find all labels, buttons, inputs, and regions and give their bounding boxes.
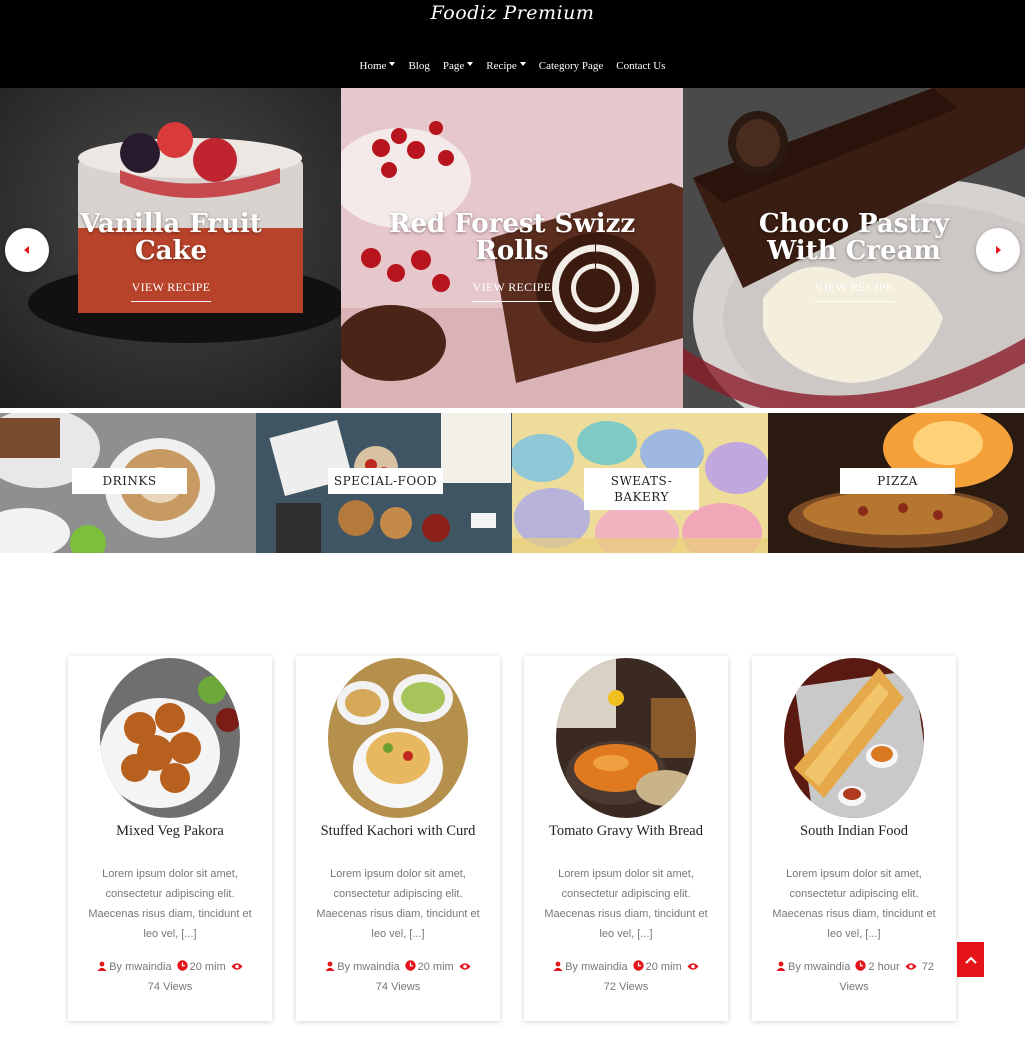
caret-down-icon <box>519 61 526 66</box>
category-special-food[interactable]: SPECIAL-FOOD <box>256 413 512 553</box>
recipe-author: By mwaindia <box>565 961 628 973</box>
recipe-card: Stuffed Kachori with Curd Lorem ipsum do… <box>296 656 500 1021</box>
main-nav: Home Blog Page Recipe Category Page Cont… <box>0 60 1025 72</box>
slide-vanilla-fruit-cake: Vanilla Fruit Cake VIEW RECIPE <box>0 88 342 408</box>
tomato-gravy-image <box>556 658 696 818</box>
clock-icon <box>404 960 416 971</box>
recipe-title[interactable]: Stuffed Kachori with Curd <box>296 823 500 840</box>
kachori-image <box>328 658 468 818</box>
caret-down-icon <box>389 61 396 66</box>
recipe-card: Tomato Gravy With Bread Lorem ipsum dolo… <box>524 656 728 1021</box>
chevron-up-icon <box>964 956 977 964</box>
nav-page[interactable]: Page <box>442 60 474 72</box>
category-label: PIZZA <box>840 468 955 494</box>
user-icon <box>97 961 107 971</box>
recipe-image[interactable] <box>784 658 924 818</box>
recipe-image[interactable] <box>556 658 696 818</box>
category-pizza[interactable]: PIZZA <box>768 413 1024 553</box>
pakora-image <box>100 658 240 818</box>
nav-home[interactable]: Home <box>360 60 396 72</box>
recipe-views: 74 Views <box>375 981 421 993</box>
recipe-views: 74 Views <box>147 981 193 993</box>
recipe-author: By mwaindia <box>788 961 851 973</box>
site-header: Foodiz Premium Home Blog Page Recipe Cat… <box>0 0 1025 88</box>
eye-icon <box>687 963 699 970</box>
user-icon <box>776 961 786 971</box>
recipe-author: By mwaindia <box>109 961 172 973</box>
recipe-title[interactable]: Tomato Gravy With Bread <box>524 823 728 840</box>
user-icon <box>325 961 335 971</box>
clock-icon <box>855 960 867 971</box>
recipe-time: 20 mim <box>645 961 682 973</box>
recipe-image[interactable] <box>328 658 468 818</box>
nav-blog-label: Blog <box>408 60 430 72</box>
nav-contact-us-label: Contact Us <box>616 60 666 72</box>
clock-icon <box>176 960 188 971</box>
user-icon <box>553 961 563 971</box>
nav-page-label: Page <box>442 60 465 72</box>
slide-choco-pastry-with-cream: Choco Pastry With Cream VIEW RECIPE <box>683 88 1025 408</box>
category-label: SWEATS-BAKERY <box>584 468 699 510</box>
eye-icon <box>231 963 243 970</box>
category-label: SPECIAL-FOOD <box>328 468 443 494</box>
recipe-meta: By mwaindia 2 hour 72 Views <box>762 957 946 997</box>
slider-prev-button[interactable] <box>5 228 49 272</box>
category-label: DRINKS <box>72 468 187 494</box>
recipe-time: 20 mim <box>417 961 454 973</box>
recipe-author: By mwaindia <box>337 961 400 973</box>
view-recipe-link[interactable]: VIEW RECIPE <box>131 280 211 302</box>
slide-red-forest-swizz-rolls: Red Forest Swizz Rolls VIEW RECIPE <box>341 88 683 408</box>
category-drinks[interactable]: DRINKS <box>0 413 256 553</box>
eye-icon <box>459 963 471 970</box>
recipe-card: South Indian Food Lorem ipsum dolor sit … <box>752 656 956 1021</box>
recipe-time: 20 mim <box>189 961 226 973</box>
recipe-excerpt: Lorem ipsum dolor sit amet, consectetur … <box>544 868 708 940</box>
category-sweats-bakery[interactable]: SWEATS-BAKERY <box>512 413 768 553</box>
site-logo[interactable]: Foodiz Premium <box>0 2 1025 24</box>
nav-category-page[interactable]: Category Page <box>539 60 603 72</box>
nav-contact-us[interactable]: Contact Us <box>616 60 665 72</box>
slide-title: Choco Pastry With Cream <box>758 209 950 266</box>
nav-home-label: Home <box>359 60 387 72</box>
view-recipe-link[interactable]: VIEW RECIPE <box>472 280 552 302</box>
recipe-views: 72 Views <box>603 981 649 993</box>
slide-title: Red Forest Swizz Rolls <box>388 209 636 266</box>
view-recipe-link[interactable]: VIEW RECIPE <box>814 280 894 302</box>
nav-recipe[interactable]: Recipe <box>486 60 526 72</box>
recipe-card: Mixed Veg Pakora Lorem ipsum dolor sit a… <box>68 656 272 1021</box>
caret-down-icon <box>467 61 474 66</box>
back-to-top-button[interactable] <box>957 942 984 977</box>
caret-right-icon <box>996 246 1001 254</box>
clock-icon <box>632 960 644 971</box>
caret-left-icon <box>24 246 29 254</box>
recipe-meta: By mwaindia 20 mim 72 Views <box>534 957 718 997</box>
nav-blog[interactable]: Blog <box>408 60 429 72</box>
recipe-excerpt: Lorem ipsum dolor sit amet, consectetur … <box>772 868 936 940</box>
recipe-meta: By mwaindia 20 mim 74 Views <box>78 957 262 997</box>
recipe-title[interactable]: South Indian Food <box>752 823 956 840</box>
nav-category-page-label: Category Page <box>538 60 604 72</box>
recipe-image[interactable] <box>100 658 240 818</box>
recipe-time: 2 hour <box>868 961 900 973</box>
recipe-excerpt: Lorem ipsum dolor sit amet, consectetur … <box>88 868 252 940</box>
nav-recipe-label: Recipe <box>486 60 517 72</box>
slide-title: Vanilla Fruit Cake <box>80 209 262 266</box>
category-strip: DRINKS SPECIAL-FOOD SWEATS-BAKERY PIZZA <box>0 413 1025 553</box>
recipe-meta: By mwaindia 20 mim 74 Views <box>306 957 490 997</box>
slider-next-button[interactable] <box>976 228 1020 272</box>
recipe-title[interactable]: Mixed Veg Pakora <box>68 823 272 840</box>
recipe-excerpt: Lorem ipsum dolor sit amet, consectetur … <box>316 868 480 940</box>
eye-icon <box>905 963 917 970</box>
hero-slider: Vanilla Fruit Cake VIEW RECIPE Red Fores… <box>0 88 1025 408</box>
south-indian-food-image <box>784 658 924 818</box>
